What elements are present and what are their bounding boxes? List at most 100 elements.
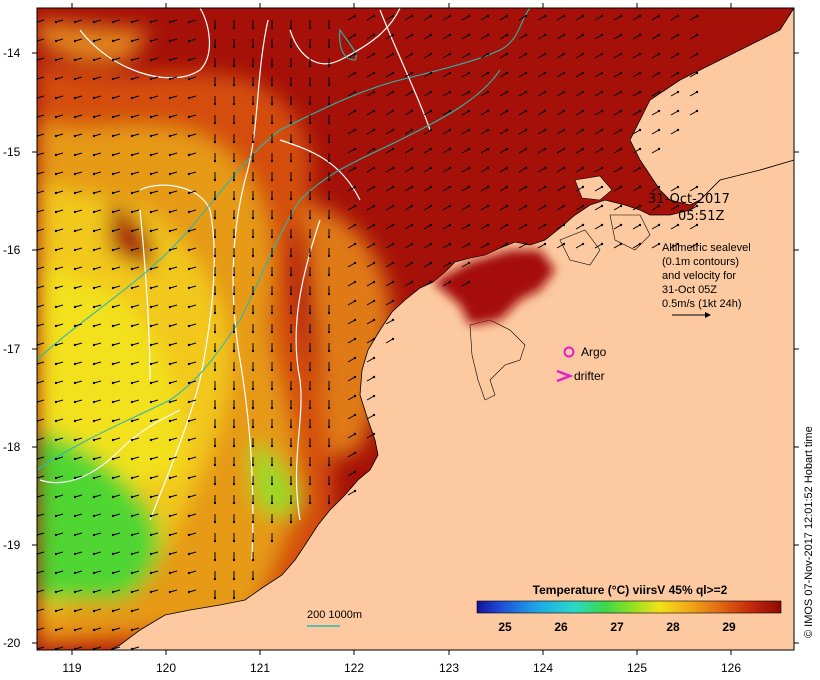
velocity-arrow-head <box>270 64 274 68</box>
velocity-arrow-head <box>187 20 191 24</box>
velocity-arrow-head <box>289 444 293 448</box>
velocity-arrow-head <box>213 64 217 68</box>
velocity-arrow-head <box>92 381 96 385</box>
velocity-arrow-head <box>600 204 604 208</box>
velocity-arrow-head <box>232 463 236 467</box>
velocity-arrow-head <box>289 235 293 239</box>
velocity-arrow-head <box>327 330 331 334</box>
velocity-arrow-head <box>600 71 604 75</box>
velocity-arrow-head <box>251 387 255 391</box>
velocity-arrow-head <box>232 254 236 258</box>
altimetry-line: (0.1m contours) <box>662 256 739 268</box>
velocity-arrow-head <box>327 26 331 30</box>
lon-tick: 124 <box>533 661 553 675</box>
velocity-arrow-head <box>353 299 357 303</box>
velocity-arrow-head <box>92 20 96 24</box>
velocity-arrow-head <box>657 147 661 151</box>
velocity-arrow-head <box>187 248 191 252</box>
velocity-arrow-head <box>562 71 566 75</box>
velocity-arrow-head <box>289 64 293 68</box>
velocity-arrow-head <box>410 90 414 94</box>
velocity-arrow-head <box>391 261 395 265</box>
velocity-arrow-head <box>619 33 623 37</box>
velocity-arrow-head <box>213 311 217 315</box>
velocity-arrow-head <box>54 77 58 81</box>
velocity-arrow-head <box>168 533 172 537</box>
velocity-arrow-head <box>410 261 414 265</box>
velocity-arrow-head <box>289 216 293 220</box>
velocity-arrow-head <box>130 248 134 252</box>
velocity-arrow-head <box>486 14 490 18</box>
velocity-arrow-head <box>289 254 293 258</box>
velocity-arrow-head <box>657 90 661 94</box>
velocity-arrow-head <box>372 71 376 75</box>
velocity-arrow-head <box>73 134 77 138</box>
velocity-arrow-head <box>308 482 312 486</box>
velocity-arrow-head <box>168 115 172 119</box>
velocity-arrow-head <box>657 33 661 37</box>
velocity-arrow-head <box>270 178 274 182</box>
velocity-arrow-head <box>638 128 642 132</box>
velocity-arrow-head <box>543 14 547 18</box>
velocity-arrow-head <box>619 185 623 189</box>
velocity-arrow-head <box>676 128 680 132</box>
velocity-arrow-head <box>168 438 172 442</box>
velocity-arrow-head <box>130 191 134 195</box>
velocity-arrow-head <box>353 337 357 341</box>
velocity-arrow-head <box>486 33 490 37</box>
velocity-arrow-head <box>486 166 490 170</box>
velocity-arrow-head <box>327 482 331 486</box>
velocity-arrow-head <box>149 495 153 499</box>
velocity-arrow-head <box>353 166 357 170</box>
velocity-arrow-head <box>467 280 471 284</box>
velocity-arrow-head <box>187 381 191 385</box>
velocity-arrow-head <box>54 457 58 461</box>
velocity-arrow-head <box>429 261 433 265</box>
colorbar-ramp <box>476 600 782 614</box>
velocity-arrow-head <box>600 33 604 37</box>
velocity-arrow-head <box>467 204 471 208</box>
velocity-arrow-head <box>448 52 452 56</box>
velocity-arrow-head <box>695 90 699 94</box>
velocity-arrow-head <box>92 96 96 100</box>
colorbar-tick: 29 <box>722 620 736 634</box>
velocity-arrow-head <box>486 204 490 208</box>
velocity-arrow-head <box>524 128 528 132</box>
velocity-arrow-head <box>448 223 452 227</box>
velocity-arrow-head <box>410 71 414 75</box>
velocity-arrow-head <box>562 90 566 94</box>
velocity-arrow-head <box>372 185 376 189</box>
velocity-arrow-head <box>251 64 255 68</box>
velocity-arrow-head <box>308 83 312 87</box>
velocity-arrow-head <box>130 571 134 575</box>
velocity-arrow-head <box>187 286 191 290</box>
velocity-arrow-head <box>187 457 191 461</box>
velocity-arrow-head <box>410 185 414 189</box>
velocity-arrow-head <box>54 495 58 499</box>
velocity-arrow-head <box>289 159 293 163</box>
velocity-arrow-head <box>289 121 293 125</box>
velocity-arrow-head <box>187 210 191 214</box>
velocity-arrow-head <box>149 77 153 81</box>
velocity-arrow-head <box>581 147 585 151</box>
velocity-arrow-head <box>353 71 357 75</box>
velocity-arrow-head <box>251 216 255 220</box>
velocity-arrow-head <box>429 166 433 170</box>
velocity-arrow-head <box>638 109 642 113</box>
velocity-arrow-head <box>54 628 58 632</box>
velocity-arrow-head <box>130 77 134 81</box>
velocity-arrow-head <box>619 166 623 170</box>
velocity-arrow-head <box>270 520 274 524</box>
velocity-arrow-head <box>92 343 96 347</box>
velocity-arrow-head <box>327 235 331 239</box>
velocity-arrow-head <box>391 109 395 113</box>
velocity-arrow-head <box>232 501 236 505</box>
velocity-arrow-head <box>581 223 585 227</box>
velocity-arrow-head <box>353 223 357 227</box>
velocity-arrow-head <box>232 26 236 30</box>
lon-tick: 119 <box>62 661 81 675</box>
velocity-arrow-head <box>581 90 585 94</box>
velocity-arrow-head <box>562 166 566 170</box>
velocity-arrow-head <box>92 419 96 423</box>
velocity-arrow-head <box>92 495 96 499</box>
